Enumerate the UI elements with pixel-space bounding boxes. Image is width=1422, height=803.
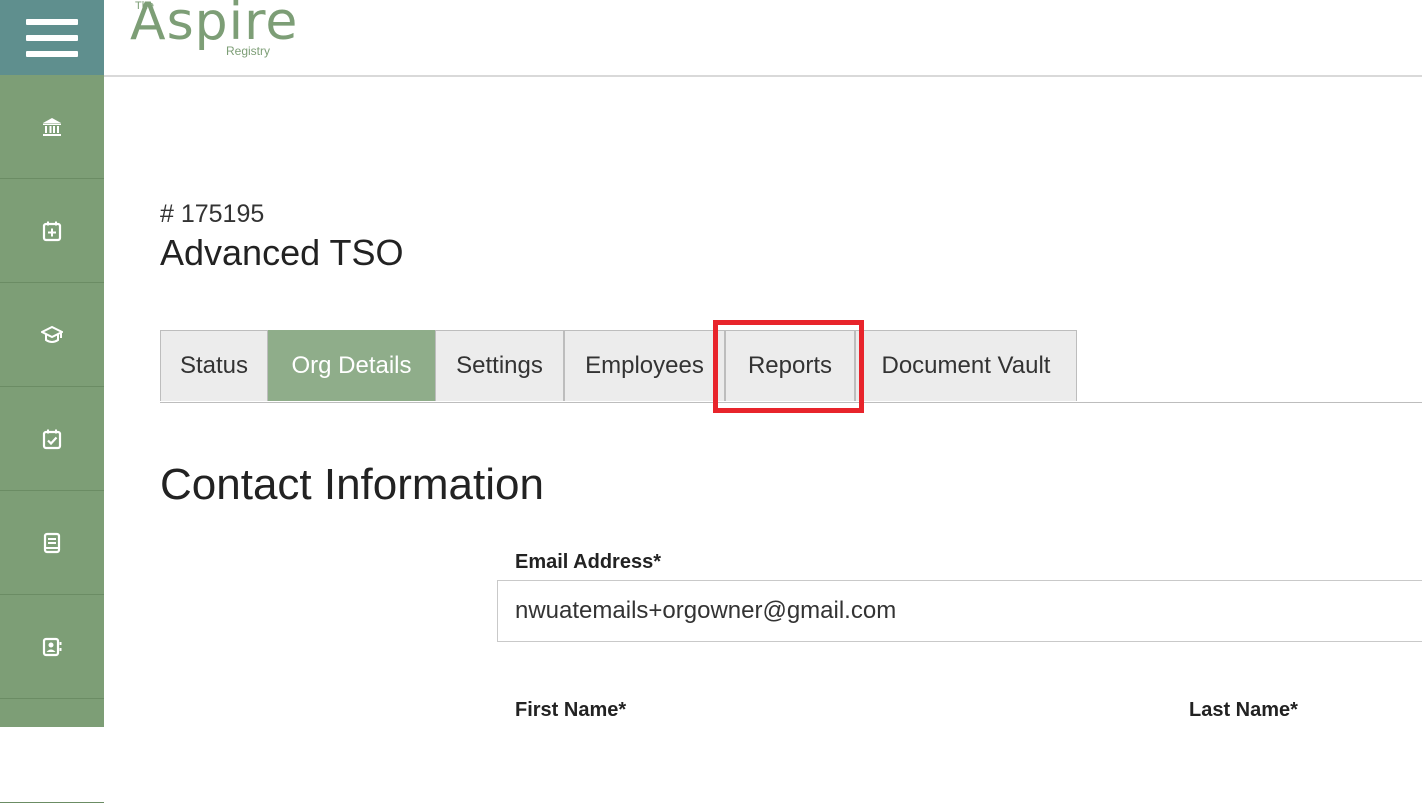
org-tabs: Status Org Details Settings Employees Re… xyxy=(160,330,1422,403)
calendar-check-icon xyxy=(42,429,62,449)
aspire-logo[interactable]: The Aspire Registry xyxy=(130,0,310,68)
top-header: The Aspire Registry xyxy=(104,0,1422,77)
tab-status[interactable]: Status xyxy=(160,330,268,401)
contact-book-icon xyxy=(42,637,62,656)
logo-aspire-text: Aspire xyxy=(130,0,299,52)
tab-document-vault[interactable]: Document Vault xyxy=(855,330,1077,401)
hamburger-icon xyxy=(26,18,78,57)
email-field[interactable] xyxy=(497,580,1422,642)
tab-employees[interactable]: Employees xyxy=(564,330,725,401)
menu-toggle-button[interactable] xyxy=(0,0,104,75)
bank-icon xyxy=(43,117,61,136)
tab-settings[interactable]: Settings xyxy=(435,330,564,401)
tab-org-details[interactable]: Org Details xyxy=(268,330,435,401)
sidebar-item-organizations[interactable] xyxy=(0,75,104,179)
tab-reports[interactable]: Reports xyxy=(725,330,855,401)
book-icon xyxy=(43,532,61,553)
section-title: Contact Information xyxy=(160,460,544,509)
calendar-plus-icon xyxy=(42,221,62,241)
sidebar-item-events[interactable] xyxy=(0,179,104,283)
logo-registry-text: Registry xyxy=(226,44,271,58)
sidebar-item-more[interactable] xyxy=(0,699,104,803)
graduation-cap-icon xyxy=(41,325,63,343)
sidebar-nav xyxy=(0,75,104,803)
sidebar-item-training[interactable] xyxy=(0,283,104,387)
first-name-label: First Name* xyxy=(515,699,627,721)
last-name-label: Last Name* xyxy=(1189,699,1298,721)
org-id: # 175195 xyxy=(160,200,265,228)
sidebar-item-contacts[interactable] xyxy=(0,595,104,699)
sidebar-item-schedule[interactable] xyxy=(0,387,104,491)
sidebar-item-courses[interactable] xyxy=(0,491,104,595)
email-label: Email Address* xyxy=(515,551,661,573)
page-title: Advanced TSO xyxy=(160,232,404,273)
